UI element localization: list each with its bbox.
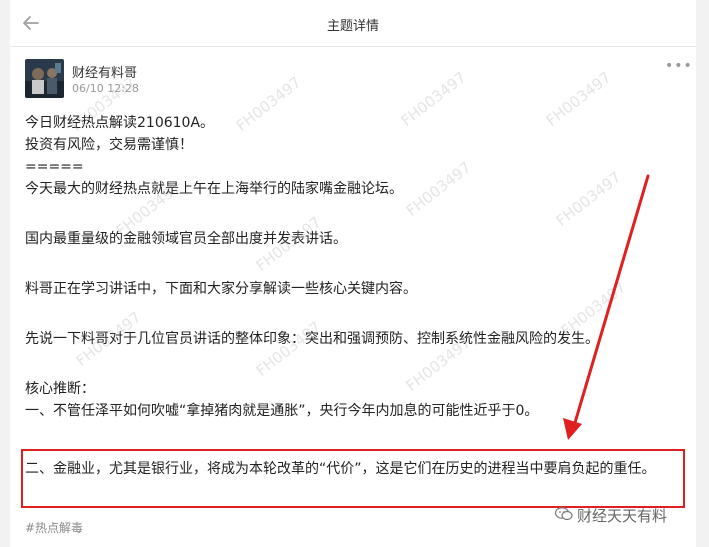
- top-bar: 主题详情: [10, 0, 696, 47]
- wechat-icon: [554, 506, 573, 525]
- brand-watermark: 财经天天有料: [554, 505, 668, 526]
- post-line: =====: [25, 159, 84, 175]
- author-name[interactable]: 财经有料哥: [72, 62, 137, 81]
- post-detail-card: 主题详情 财经有料哥 06/10 12:28 ••• 今日财经热点解读21061…: [10, 0, 696, 547]
- more-options-icon[interactable]: •••: [665, 58, 693, 74]
- brand-name: 财经天天有料: [577, 507, 668, 525]
- post-line: 投资有风险，交易需谨慎！: [25, 137, 193, 153]
- post-line: 今天最大的财经热点就是上午在上海举行的陆家嘴金融论坛。: [25, 181, 403, 197]
- post-line: 今日财经热点解读210610A。: [25, 115, 215, 131]
- topic-tag[interactable]: #热点解毒: [25, 519, 83, 536]
- page-title: 主题详情: [326, 19, 379, 34]
- author-avatar[interactable]: [25, 59, 64, 98]
- post-time: 06/10 12:28: [72, 82, 139, 95]
- highlighted-paragraph: 二、金融业，尤其是银行业，将成为本轮改革的“代价”，这是它们在历史的进程当中要肩…: [25, 461, 656, 477]
- post-line: 一、不管任泽平如何吹嘘“拿掉猪肉就是通胀”，央行今年内加息的可能性近乎于0。: [25, 403, 539, 419]
- post-line: 核心推断：: [25, 381, 95, 397]
- post-line: 料哥正在学习讲话中，下面和大家分享解读一些核心关键内容。: [25, 281, 417, 297]
- post-line: 国内最重量级的金融领域官员全部出度并发表讲话。: [25, 231, 347, 247]
- post-body: 今日财经热点解读210610A。 投资有风险，交易需谨慎！ ===== 今天最大…: [25, 112, 685, 422]
- post-line: 先说一下料哥对于几位官员讲话的整体印象：突出和强调预防、控制系统性金融风险的发生…: [25, 331, 599, 347]
